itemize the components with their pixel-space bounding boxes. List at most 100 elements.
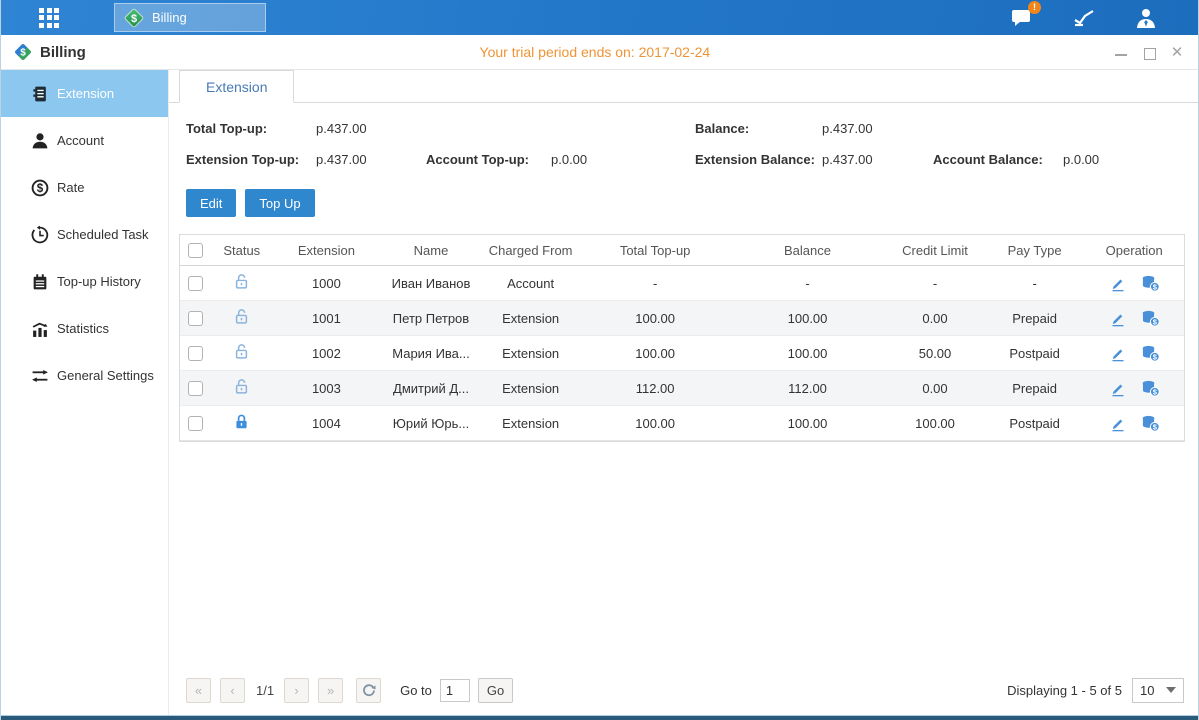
cell-credit-limit: - [885, 276, 985, 291]
status-lock-icon[interactable] [233, 378, 250, 395]
tab-extension[interactable]: Extension [179, 70, 294, 103]
extension-topup-label: Extension Top-up: [186, 152, 316, 167]
billing-diamond-icon: $ [123, 7, 145, 29]
status-lock-icon[interactable] [233, 273, 250, 290]
summary-stats: Total Top-up: p.437.00 Balance: p.437.00… [186, 113, 1185, 175]
cell-extension: 1002 [272, 346, 382, 361]
row-checkbox[interactable] [188, 416, 203, 431]
row-checkbox[interactable] [188, 346, 203, 361]
cell-extension: 1000 [272, 276, 382, 291]
sidebar-item-label: General Settings [57, 368, 154, 383]
sidebar-item-label: Rate [57, 180, 84, 195]
cell-name: Петр Петров [381, 311, 481, 326]
table-row: 1003 Дмитрий Д... Extension 112.00 112.0… [180, 371, 1184, 406]
prev-page-button[interactable]: ‹ [220, 678, 245, 703]
first-page-button[interactable]: « [186, 678, 211, 703]
edit-pencil-icon[interactable] [1109, 380, 1126, 397]
go-button[interactable]: Go [478, 678, 513, 703]
balance-value: p.437.00 [822, 121, 933, 136]
cell-charged-from: Extension [481, 381, 581, 396]
row-checkbox[interactable] [188, 381, 203, 396]
topbar-tab-billing[interactable]: $ Billing [114, 3, 266, 32]
notification-badge: ! [1028, 1, 1041, 14]
cell-pay-type: Postpaid [985, 416, 1085, 431]
cell-pay-type: Prepaid [985, 311, 1085, 326]
cell-credit-limit: 100.00 [885, 416, 985, 431]
table-body: 1000 Иван Иванов Account - - - - $ [180, 266, 1184, 441]
sidebar-item-general-settings[interactable]: General Settings [1, 352, 168, 399]
account-topup-value: p.0.00 [551, 152, 695, 167]
sidebar-item-label: Account [57, 133, 104, 148]
edit-pencil-icon[interactable] [1109, 415, 1126, 432]
sidebar: Extension Account $ Rate [1, 70, 169, 715]
title-bar: $ Billing Your trial period ends on: 201… [1, 35, 1198, 70]
sidebar-item-statistics[interactable]: Statistics [1, 305, 168, 352]
extensions-table: Status Extension Name Charged From Total… [179, 234, 1185, 442]
cell-balance: 112.00 [730, 381, 885, 396]
topbar-tab-label: Billing [152, 10, 187, 25]
topup-coins-icon[interactable]: $ [1141, 345, 1160, 362]
balance-label: Balance: [695, 121, 822, 136]
minimize-icon[interactable] [1114, 46, 1128, 60]
page-size-value: 10 [1140, 683, 1154, 698]
account-icon [31, 132, 49, 150]
cell-charged-from: Extension [481, 416, 581, 431]
edit-pencil-icon[interactable] [1109, 345, 1126, 362]
col-credit-limit: Credit Limit [885, 243, 985, 258]
resource-monitor-icon[interactable] [1072, 8, 1096, 28]
edit-button[interactable]: Edit [186, 189, 236, 217]
sidebar-item-account[interactable]: Account [1, 117, 168, 164]
cell-total-topup: 100.00 [580, 311, 729, 326]
cell-name: Дмитрий Д... [381, 381, 481, 396]
cell-pay-type: Prepaid [985, 381, 1085, 396]
select-all-checkbox[interactable] [188, 243, 203, 258]
scheduled-task-icon [31, 226, 49, 244]
cell-balance: 100.00 [730, 416, 885, 431]
topup-coins-icon[interactable]: $ [1141, 275, 1160, 292]
page-size-select[interactable]: 10 [1132, 678, 1184, 703]
goto-page-input[interactable] [440, 679, 470, 702]
total-topup-label: Total Top-up: [186, 121, 316, 136]
table-row: 1004 Юрий Юрь... Extension 100.00 100.00… [180, 406, 1184, 441]
sidebar-item-extension[interactable]: Extension [1, 70, 168, 117]
sidebar-item-rate[interactable]: $ Rate [1, 164, 168, 211]
cell-name: Мария Ива... [381, 346, 481, 361]
extension-balance-label: Extension Balance: [695, 152, 822, 167]
sidebar-item-topup-history[interactable]: Top-up History [1, 258, 168, 305]
cell-extension: 1001 [272, 311, 382, 326]
rate-icon: $ [31, 179, 49, 197]
window-controls: ✕ [1114, 35, 1184, 70]
row-checkbox[interactable] [188, 276, 203, 291]
topup-coins-icon[interactable]: $ [1141, 310, 1160, 327]
cell-credit-limit: 50.00 [885, 346, 985, 361]
edit-pencil-icon[interactable] [1109, 275, 1126, 292]
cell-name: Иван Иванов [381, 276, 481, 291]
sidebar-item-label: Statistics [57, 321, 109, 336]
cell-pay-type: Postpaid [985, 346, 1085, 361]
account-balance-label: Account Balance: [933, 152, 1063, 167]
next-page-button[interactable]: › [284, 678, 309, 703]
topup-coins-icon[interactable]: $ [1141, 415, 1160, 432]
cell-name: Юрий Юрь... [381, 416, 481, 431]
topup-coins-icon[interactable]: $ [1141, 380, 1160, 397]
chat-notification-icon[interactable]: ! [1011, 7, 1034, 28]
cell-charged-from: Extension [481, 346, 581, 361]
sidebar-item-scheduled-task[interactable]: Scheduled Task [1, 211, 168, 258]
status-lock-icon[interactable] [233, 413, 250, 430]
top-up-button[interactable]: Top Up [245, 189, 314, 217]
displaying-text: Displaying 1 - 5 of 5 [1007, 683, 1122, 698]
maximize-icon[interactable] [1142, 46, 1156, 60]
row-checkbox[interactable] [188, 311, 203, 326]
extension-topup-value: p.437.00 [316, 152, 426, 167]
status-lock-icon[interactable] [233, 308, 250, 325]
close-icon[interactable]: ✕ [1170, 46, 1184, 60]
col-name: Name [381, 243, 481, 258]
edit-pencil-icon[interactable] [1109, 310, 1126, 327]
window-bottom-edge [1, 715, 1198, 720]
user-icon[interactable] [1134, 7, 1158, 29]
last-page-button[interactable]: » [318, 678, 343, 703]
refresh-icon[interactable] [356, 678, 381, 703]
status-lock-icon[interactable] [233, 343, 250, 360]
table-row: 1000 Иван Иванов Account - - - - $ [180, 266, 1184, 301]
apps-grid-icon[interactable] [39, 8, 69, 28]
